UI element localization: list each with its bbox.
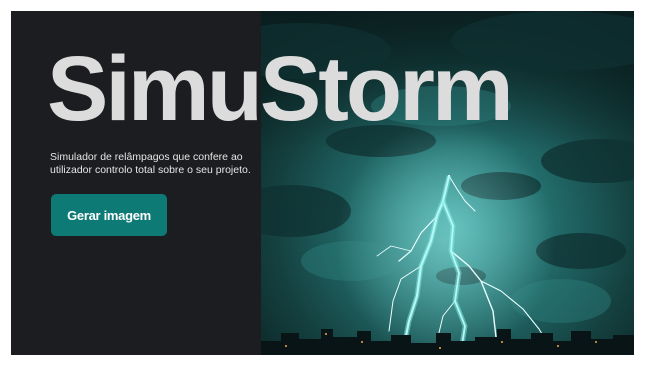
hero-section: SimuStorm Simulador de relâmpagos que co… xyxy=(11,11,634,355)
page-title: SimuStorm xyxy=(47,38,514,140)
hero-subtitle: Simulador de relâmpagos que confere ao u… xyxy=(50,151,251,176)
generate-image-button[interactable]: Gerar imagem xyxy=(51,194,167,236)
